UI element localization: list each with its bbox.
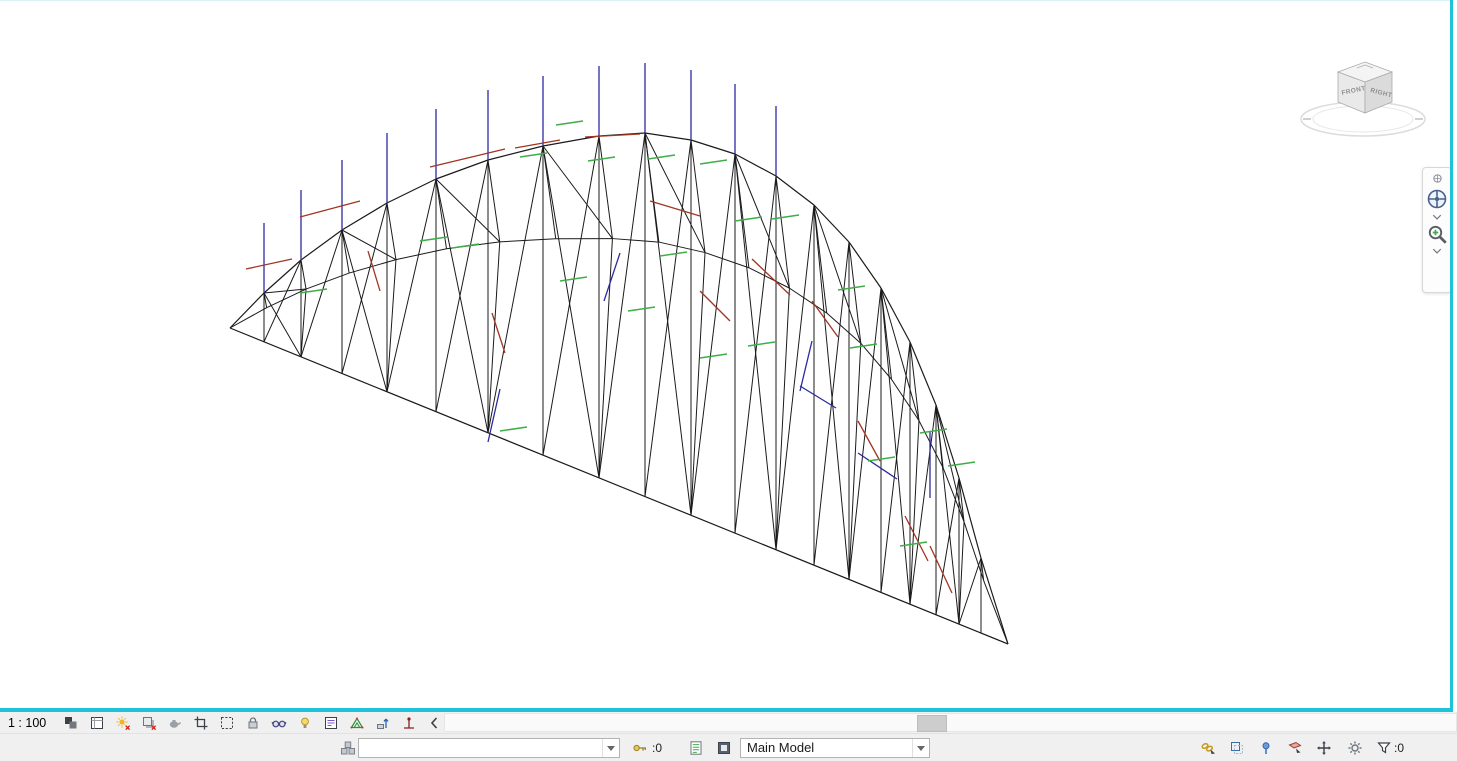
- select-links-icon[interactable]: [1198, 738, 1218, 758]
- design-option-value: Main Model: [741, 739, 912, 757]
- steering-wheel-icon[interactable]: [1425, 188, 1449, 210]
- scale-control[interactable]: 1 : 100: [0, 716, 52, 730]
- wheel-options-chevron-icon[interactable]: [1425, 213, 1449, 221]
- zoom-icon[interactable]: [1425, 224, 1449, 244]
- analytical-model-icon[interactable]: [348, 714, 366, 732]
- temporary-hide-isolate-icon[interactable]: [270, 714, 288, 732]
- shadows-icon[interactable]: [140, 714, 158, 732]
- zoom-options-chevron-icon[interactable]: [1425, 247, 1449, 255]
- reveal-constraints-icon[interactable]: [400, 714, 418, 732]
- visual-style-icon[interactable]: [88, 714, 106, 732]
- active-workset-value: [359, 739, 602, 757]
- active-workset-combobox[interactable]: [358, 738, 620, 758]
- revit-window: FRONT RIGHT 1 : 100: [0, 0, 1457, 761]
- reveal-hidden-elements-icon[interactable]: [296, 714, 314, 732]
- structural-model-wireframe[interactable]: [0, 1, 1450, 709]
- design-option-combobox[interactable]: Main Model: [740, 738, 930, 758]
- settings-gear-icon[interactable]: [1345, 738, 1365, 758]
- expand-chevron-icon[interactable]: [426, 714, 444, 732]
- drag-elements-on-selection-icon[interactable]: [1314, 738, 1334, 758]
- status-bar: :0 Main Model :0: [0, 733, 1457, 761]
- select-underlay-elements-icon[interactable]: [1227, 738, 1247, 758]
- workset-dropdown-arrow-icon[interactable]: [602, 739, 619, 757]
- active-design-option-icon[interactable]: [714, 738, 734, 758]
- design-option-dropdown-arrow-icon[interactable]: [912, 739, 929, 757]
- active-view-border-right: [1450, 0, 1453, 712]
- select-elements-by-face-icon[interactable]: [1285, 738, 1305, 758]
- crop-region-icon[interactable]: [218, 714, 236, 732]
- navigation-wheel-small-icon[interactable]: [1425, 172, 1449, 185]
- scrollbar-thumb[interactable]: [917, 715, 947, 732]
- temporary-view-properties-icon[interactable]: [322, 714, 340, 732]
- filter-icon[interactable]: [1374, 738, 1394, 758]
- crop-view-icon[interactable]: [192, 714, 210, 732]
- displacement-sets-icon[interactable]: [374, 714, 392, 732]
- design-options-icon[interactable]: [686, 738, 706, 758]
- select-pinned-elements-icon[interactable]: [1256, 738, 1276, 758]
- selection-count: :0: [1394, 738, 1404, 758]
- view-control-icons: [62, 714, 444, 732]
- editing-requests-count: :0: [652, 738, 662, 758]
- navigation-bar: [1422, 167, 1452, 293]
- detail-level-icon[interactable]: [62, 714, 80, 732]
- rendering-dialog-icon[interactable]: [166, 714, 184, 732]
- viewcube[interactable]: FRONT RIGHT: [1295, 49, 1445, 149]
- worksets-icon[interactable]: [338, 738, 358, 758]
- sun-path-icon[interactable]: [114, 714, 132, 732]
- editing-requests-icon[interactable]: [630, 738, 650, 758]
- horizontal-scrollbar[interactable]: [444, 713, 1457, 732]
- view-control-bar: 1 : 100: [0, 712, 1457, 733]
- lock-3d-view-icon[interactable]: [244, 714, 262, 732]
- drawing-area[interactable]: FRONT RIGHT: [0, 0, 1450, 709]
